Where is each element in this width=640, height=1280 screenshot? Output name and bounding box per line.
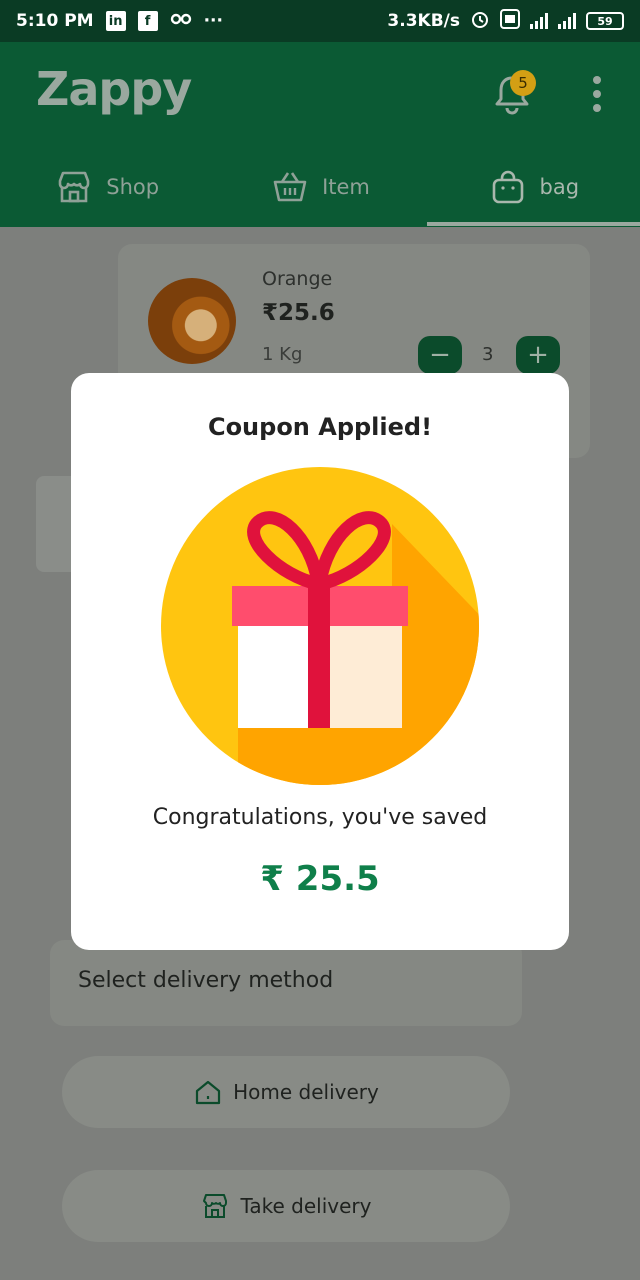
- home-delivery-label: Home delivery: [233, 1080, 379, 1104]
- dialog-title: Coupon Applied!: [207, 413, 433, 441]
- battery-icon: 59: [586, 12, 624, 30]
- active-tab-indicator: [427, 222, 640, 226]
- network-speed: 3.3KB/s: [387, 11, 460, 31]
- tab-shop-label: Shop: [106, 175, 160, 199]
- linkedin-icon: in: [105, 11, 126, 31]
- take-delivery-label: Take delivery: [240, 1194, 372, 1218]
- increase-quantity-button[interactable]: +: [516, 336, 560, 374]
- side-panel-edge: [36, 476, 76, 572]
- signal-icon-2: [558, 13, 576, 29]
- tab-bag-label: bag: [539, 175, 580, 199]
- saved-amount: ₹ 25.5: [260, 859, 380, 899]
- basket-icon: [273, 172, 307, 202]
- store-icon: [203, 1194, 228, 1218]
- alarm-icon: [470, 9, 490, 34]
- tab-item[interactable]: Item: [213, 150, 426, 224]
- decrease-quantity-button[interactable]: −: [418, 336, 462, 374]
- tab-item-label: Item: [322, 175, 370, 199]
- orange-image: [148, 278, 236, 364]
- status-time: 5:10 PM: [16, 11, 94, 31]
- more-options-icon[interactable]: [590, 76, 604, 112]
- dialog-message: Congratulations, you've saved: [152, 805, 488, 830]
- bag-icon: [492, 170, 523, 204]
- status-bar: 5:10 PM in f ··· 3.3KB/s 59: [0, 0, 640, 42]
- home-icon: [196, 1080, 221, 1105]
- facebook-icon: f: [137, 11, 158, 31]
- signal-icon: [530, 13, 548, 29]
- tab-bar: Shop Item bag: [0, 150, 640, 224]
- tab-bag[interactable]: bag: [427, 150, 640, 224]
- status-more: ···: [203, 11, 223, 31]
- tab-shop[interactable]: Shop: [0, 150, 213, 224]
- coupon-applied-dialog: Coupon Applied! Congratulations, you've …: [71, 373, 569, 950]
- shop-icon: [58, 171, 90, 203]
- app-header: Zappy 5 Shop Item bag: [0, 42, 640, 227]
- home-delivery-button[interactable]: Home delivery: [62, 1056, 510, 1128]
- quantity-value: 3: [482, 344, 494, 365]
- glasses-icon: [170, 11, 192, 31]
- gift-icon: [161, 467, 479, 785]
- app-logo: Zappy: [36, 62, 192, 116]
- delivery-method-title: Select delivery method: [78, 968, 334, 993]
- volte-icon: [500, 8, 520, 34]
- product-weight: 1 Kg: [262, 344, 303, 365]
- product-price: ₹25.6: [262, 300, 335, 326]
- product-name: Orange: [262, 268, 333, 290]
- notification-badge: 5: [510, 70, 536, 96]
- take-delivery-button[interactable]: Take delivery: [62, 1170, 510, 1242]
